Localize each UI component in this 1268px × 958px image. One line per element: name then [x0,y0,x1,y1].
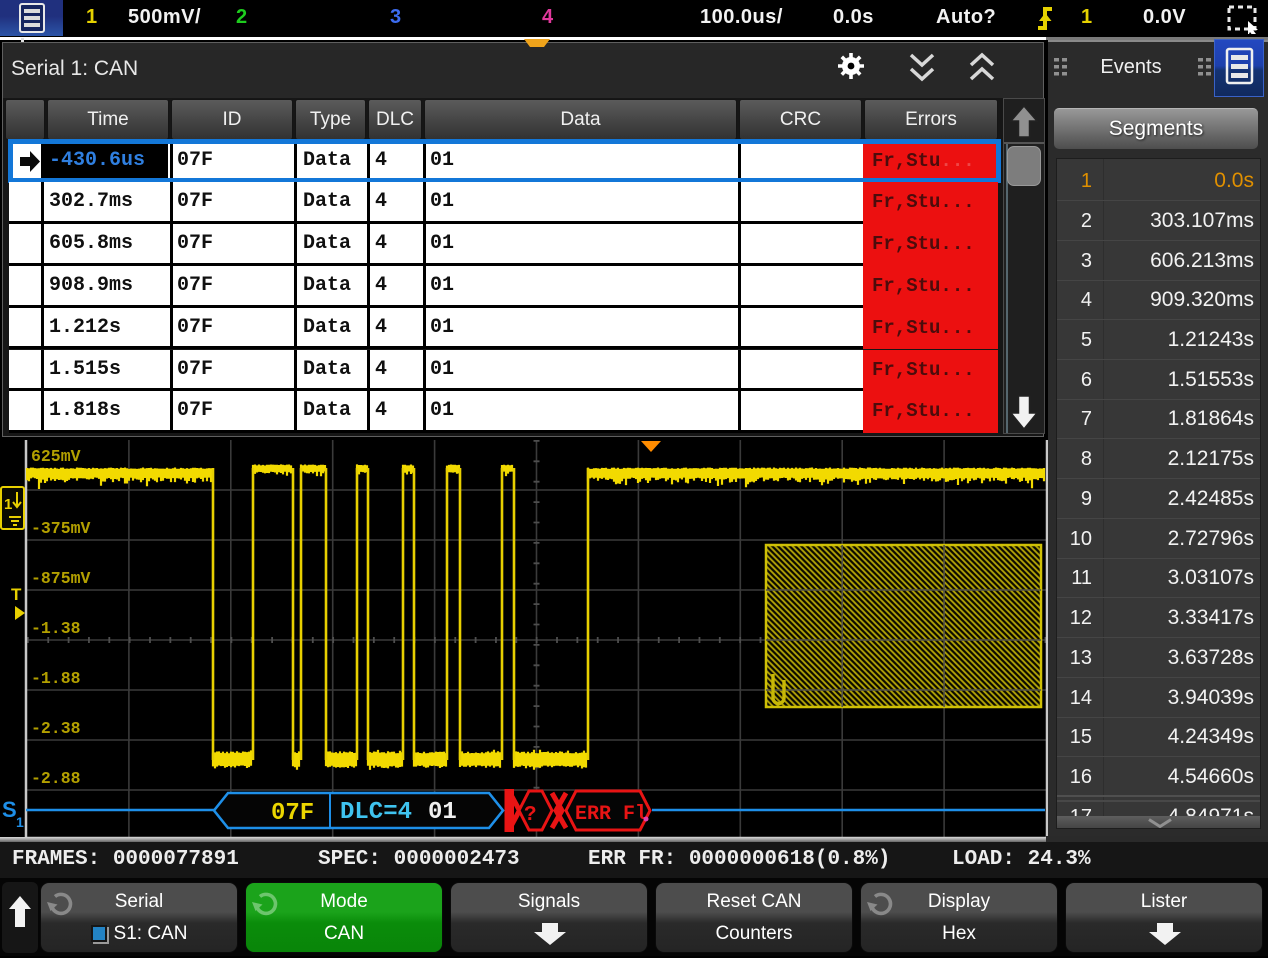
svg-text:-875mV: -875mV [31,569,91,588]
svg-text:07F: 07F [271,800,314,827]
svg-text:01: 01 [428,799,457,826]
svg-text:ERR Fl: ERR Fl [575,803,647,826]
svg-text:1: 1 [4,496,12,513]
svg-text:?: ? [524,804,537,827]
svg-text:-1.88: -1.88 [31,669,81,688]
svg-text:-2.88: -2.88 [31,769,81,788]
svg-text:625mV: 625mV [31,447,81,466]
svg-text:1: 1 [16,814,24,830]
svg-text:T: T [11,585,22,604]
svg-text:S: S [2,797,17,822]
svg-text:-375mV: -375mV [31,519,91,538]
svg-text:-1.38: -1.38 [31,619,81,638]
svg-text:DLC=4: DLC=4 [340,799,412,826]
svg-text:-2.38: -2.38 [31,719,81,738]
